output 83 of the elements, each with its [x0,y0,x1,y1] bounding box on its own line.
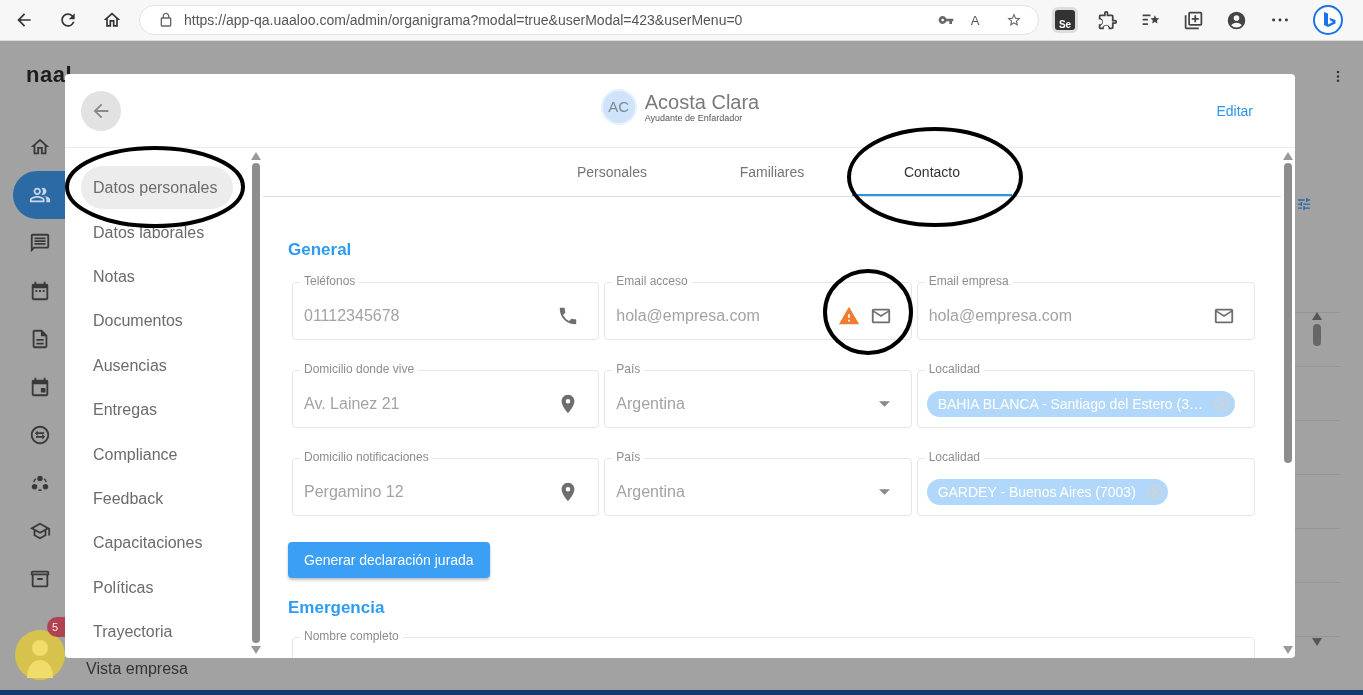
avatar-initials: AC [600,88,637,125]
field-label: Localidad [924,451,984,464]
scroll-down-icon[interactable] [251,646,261,654]
sidebar-item[interactable]: Datos personales [81,166,233,209]
scroll-up-icon[interactable] [251,152,261,160]
field-label: País [612,451,645,464]
school-icon [29,520,51,542]
caret-icon [878,489,890,495]
scroll-up-icon[interactable] [1312,312,1322,320]
field-label: País [612,363,645,376]
read-aloud-button[interactable]: A [964,12,986,28]
view-link[interactable]: Vista empresa [86,660,188,678]
form-field[interactable]: Email empresa hola@empresa.com [916,275,1255,340]
form-field[interactable]: Domicilio donde vive Av. Lainez 21 [292,363,600,428]
section-title: Emergencia [288,598,386,618]
archive-icon [29,568,51,590]
swap-icon [29,424,51,446]
clear-icon [1213,395,1231,413]
edit-link[interactable]: Editar [1216,102,1253,119]
field-label: Localidad [924,363,984,376]
chat-icon [29,232,51,254]
tab[interactable]: Personales [532,148,692,196]
back-button[interactable] [81,90,121,131]
form-field[interactable]: Domicilio notificaciones Pergamino 12 [292,451,600,516]
url-text: https://app-qa.uaaloo.com/admin/organigrama?modal=true&userModal=423&userMenu=0 [184,12,744,28]
home-icon[interactable] [102,10,122,30]
field-label: Email empresa [924,275,1013,288]
form-field[interactable]: País Argentina [604,451,912,516]
scroll-up-icon[interactable] [1283,152,1293,160]
tab[interactable]: Familiares [692,148,852,196]
form-field[interactable]: País Argentina [604,363,912,428]
field-value: hola@empresa.com [928,307,1074,325]
scrollbar-thumb[interactable] [1313,324,1321,346]
puzzle-icon[interactable] [1097,9,1118,31]
warning-icon [837,305,860,327]
form-field[interactable]: Localidad GARDEY - Buenos Aires (7003) [916,451,1255,516]
person-role: Ayudante de Enfardador [644,112,744,123]
field-label: Domicilio donde vive [300,363,419,376]
field-value: hola@empresa.com [616,307,761,325]
clear-icon [1145,483,1164,501]
sidebar-item[interactable]: Entregas [81,387,233,433]
form-field[interactable]: Localidad BAHIA BLANCA - Santiago del Estero (3… [916,363,1255,428]
sidebar-item[interactable]: Ausencias [81,343,233,388]
collections-icon[interactable] [1183,9,1204,31]
form-field[interactable]: Email acceso hola@empresa.com [604,275,912,340]
field-value: Argentina [616,395,686,413]
field-label: Teléfonos [300,275,360,288]
sidebar-item[interactable]: Políticas [81,565,233,610]
field-value: 01112345678 [304,307,401,325]
tab[interactable]: Contacto [852,148,1012,196]
person-name: Acosta Clara [644,90,760,113]
scroll-down-icon[interactable] [1312,638,1322,646]
calendar-icon [29,280,51,302]
scroll-down-icon[interactable] [1283,646,1293,654]
sidebar-item[interactable]: Capacitaciones [81,521,233,566]
form-field[interactable]: Teléfonos 01112345678 [292,275,600,340]
field-label: Domicilio notificaciones [300,451,433,464]
notification-badge: 5 [47,617,65,637]
sidebar-item[interactable]: Documentos [81,299,233,344]
person-figure-icon [25,638,55,678]
field-value: Argentina [616,483,686,501]
profile-icon[interactable] [1226,9,1247,31]
field-label: Nombre completo [300,630,403,643]
copilot-icon[interactable] [1313,5,1343,35]
user-avatar[interactable] [15,630,65,680]
sidebar-item[interactable]: Notas [81,254,233,300]
refresh-icon[interactable] [58,10,78,30]
section-title: General [288,240,353,260]
sidebar-item[interactable]: Datos laborales [81,210,233,255]
extension-button[interactable]: Se [1055,10,1075,30]
sidebar-item[interactable]: Trayectoria [81,609,233,655]
lock-icon [158,12,174,28]
sidebar-item[interactable]: Compliance [81,432,233,477]
field-value: Av. Lainez 21 [304,395,401,413]
rail-item[interactable] [13,171,65,219]
sidebar-item[interactable]: Feedback [81,476,233,522]
star-icon[interactable] [1006,12,1022,28]
address-bar[interactable]: https://app-qa.uaaloo.com/admin/organigrama?modal=true&userModal=423&userMenu=0 A [139,5,1039,35]
caret-icon [878,401,890,407]
generate-button[interactable]: Generar declaración jurada [288,542,490,578]
event-icon [29,376,51,398]
field-label: Email acceso [612,275,692,288]
field-value: Pergamino 12 [304,483,405,501]
